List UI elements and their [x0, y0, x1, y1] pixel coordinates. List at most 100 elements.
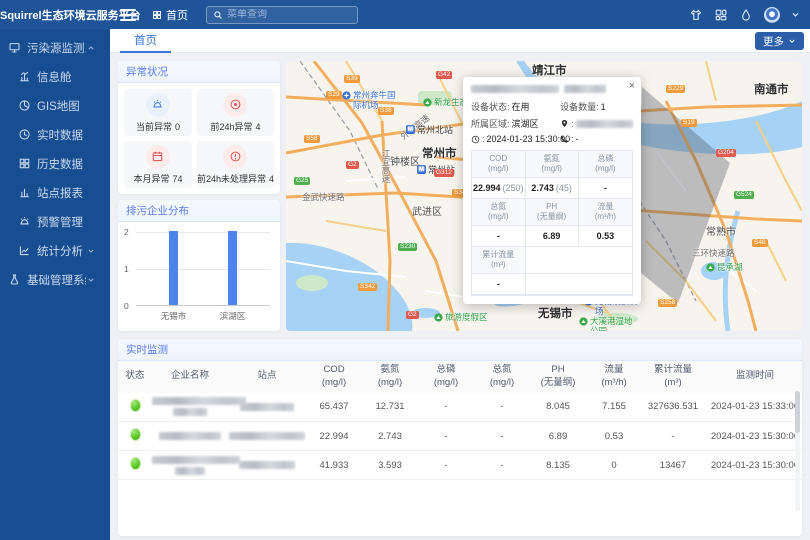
- road-badge: S29: [326, 91, 342, 99]
- value-number: 22.994: [473, 183, 501, 193]
- popup-param-value: 6.89: [526, 226, 579, 247]
- menu-search[interactable]: [206, 6, 358, 24]
- data-cell: 7.155: [586, 393, 642, 422]
- data-cell: 2.743: [362, 422, 418, 451]
- value-number: -: [497, 279, 500, 289]
- sidebar-item-0[interactable]: 信息舱: [0, 62, 110, 91]
- column-header: 监测时间: [704, 361, 802, 393]
- alarm-icon: [229, 98, 242, 111]
- sidebar-group-1[interactable]: 基础管理系统: [0, 265, 110, 294]
- abnormal-card-0[interactable]: 当前异常0: [124, 89, 192, 136]
- popup-param-header: 总氮(mg/l): [472, 199, 526, 226]
- abnormal-panel-title: 异常状况: [118, 61, 280, 83]
- sidebar-item-4[interactable]: 站点报表: [0, 178, 110, 207]
- status-dot-online: [130, 399, 141, 412]
- popup-param-header: 累计流量(m³): [472, 247, 526, 274]
- abnormal-card-2[interactable]: 本月异常74: [124, 141, 192, 188]
- column-header: PH(无量纲): [530, 361, 586, 393]
- column-unit: (无量纲): [530, 377, 586, 390]
- column-name: 监测时间: [736, 370, 774, 381]
- data-cell: 2024-01-23 15:33:00: [704, 393, 802, 422]
- table-scrollbar[interactable]: [795, 391, 800, 511]
- table-row[interactable]: 22.9942.743--6.890.53-2024-01-23 15:30:0…: [118, 422, 802, 451]
- poi-label-text: 旅游度假区: [445, 313, 488, 323]
- data-cell: -: [642, 422, 704, 451]
- metro-station-icon: M: [406, 125, 415, 134]
- sidebar-item-6[interactable]: 统计分析: [0, 236, 110, 265]
- value-number: -: [497, 231, 500, 241]
- param-name: 累计流量: [473, 250, 524, 260]
- column-name: 总磷: [436, 364, 455, 375]
- table-row[interactable]: 41.9333.593--8.1350134672024-01-23 15:30…: [118, 451, 802, 480]
- site-name-redacted: [228, 451, 306, 480]
- data-cell: 0: [586, 451, 642, 480]
- column-unit: (m³/h): [586, 377, 642, 390]
- sidebar-item-label: 预警管理: [37, 214, 102, 230]
- data-cell: -: [474, 422, 530, 451]
- water-drop-icon[interactable]: [739, 8, 753, 22]
- more-button[interactable]: 更多: [755, 32, 804, 50]
- abnormal-card-1[interactable]: 前24h异常4: [197, 89, 274, 136]
- caret-down-icon: [86, 275, 96, 285]
- chevron-down-icon: [788, 37, 796, 45]
- abnormal-card-3[interactable]: 前24h未处理异常4: [197, 141, 274, 188]
- y-axis-tick: 0: [124, 301, 129, 311]
- param-unit: (mg/l): [473, 212, 524, 222]
- data-cell: 0.53: [586, 422, 642, 451]
- gis-map[interactable]: 南通市靖江市常州市钟楼区武进区常熟市无锡市滨湖区外环高速江宜高速金武快速路三环快…: [286, 61, 802, 331]
- layout-grid-icon[interactable]: [714, 8, 728, 22]
- breadcrumb-home[interactable]: 首页: [152, 7, 188, 23]
- road-badge: G25: [294, 177, 310, 185]
- param-unit: (mg/l): [527, 164, 577, 174]
- column-name: 流量: [604, 364, 623, 375]
- chart-gridline: [136, 269, 270, 270]
- search-input[interactable]: [227, 9, 337, 20]
- map-label-road-label: 江宜高速: [380, 149, 392, 183]
- popup-title-redacted: [471, 85, 633, 93]
- data-cell: 8.135: [530, 451, 586, 480]
- road-badge: S38: [378, 107, 394, 115]
- user-menu-chevron-down-icon[interactable]: [791, 10, 800, 19]
- road-badge: S342: [358, 283, 377, 291]
- clock-icon: [471, 135, 480, 144]
- sidebar-item-label: GIS地图: [37, 98, 102, 114]
- card-value: 4: [255, 122, 260, 132]
- sidebar-item-3[interactable]: 历史数据: [0, 149, 110, 178]
- status-dot-online: [130, 428, 141, 441]
- poi-green-icon: [579, 317, 588, 326]
- popup-empty-cell: [526, 274, 632, 295]
- sidebar-group-0[interactable]: 污染源监测系统: [0, 33, 110, 62]
- column-unit: (mg/l): [362, 377, 418, 390]
- poi-green-icon: [423, 98, 432, 107]
- sidebar-item-2[interactable]: 实时数据: [0, 120, 110, 149]
- theme-shirt-icon[interactable]: [689, 8, 703, 22]
- base-system-icon: [8, 273, 21, 286]
- status-cell: [118, 393, 152, 422]
- data-cell: -: [418, 393, 474, 422]
- card-label-text: 前24h未处理异常: [197, 174, 266, 184]
- user-avatar[interactable]: [764, 7, 780, 23]
- popup-close-icon[interactable]: ×: [629, 80, 635, 92]
- data-cell: 6.89: [530, 422, 586, 451]
- param-name: 总磷: [580, 154, 631, 164]
- home-grid-icon: [152, 10, 162, 20]
- table-row[interactable]: 65.43712.731--8.0457.155327636.5312024-0…: [118, 393, 802, 422]
- pollution-system-icon: [8, 41, 21, 54]
- address-redacted: [576, 120, 633, 128]
- column-name: 状态: [125, 370, 144, 381]
- data-cell: 8.045: [530, 393, 586, 422]
- column-header: 累计流量(m³): [642, 361, 704, 393]
- sidebar-group-label: 污染源监测系统: [27, 40, 86, 56]
- map-label-station: M常州北站: [406, 123, 453, 136]
- tab-home[interactable]: 首页: [120, 29, 171, 53]
- sidebar-item-label: 信息舱: [37, 69, 102, 85]
- data-cell: -: [474, 451, 530, 480]
- param-unit: (mg/l): [580, 164, 631, 174]
- map-label-road-label: 金武快速路: [302, 191, 345, 203]
- sidebar-item-5[interactable]: 预警管理: [0, 207, 110, 236]
- redacted-text: [173, 408, 207, 416]
- menu-collapse-button[interactable]: [120, 9, 136, 21]
- history-data-icon: [18, 157, 31, 170]
- sidebar-item-1[interactable]: GIS地图: [0, 91, 110, 120]
- column-name: 氨氮: [380, 364, 399, 375]
